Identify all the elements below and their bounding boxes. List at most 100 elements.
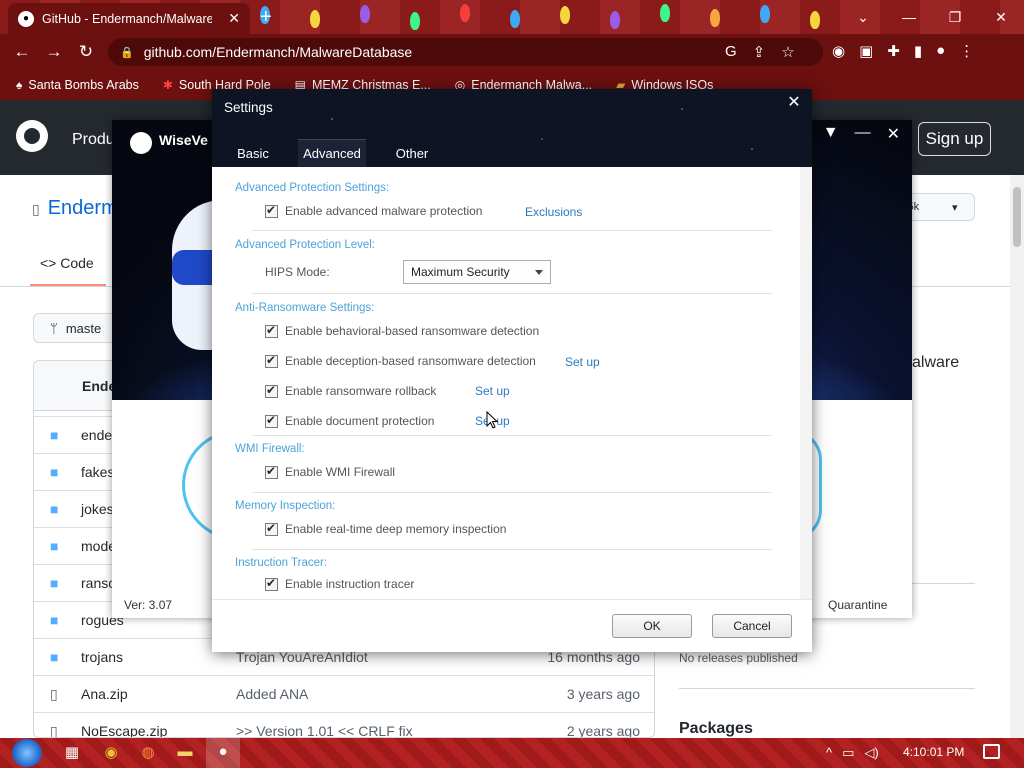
settings-scrollbar[interactable] bbox=[800, 167, 812, 599]
restore-icon[interactable]: ❐ bbox=[932, 0, 978, 34]
s-extension-icon[interactable]: ▣ bbox=[859, 42, 873, 60]
advanced-malware-protection-checkbox[interactable]: Enable advanced malware protection bbox=[265, 203, 482, 218]
section-title: Anti-Ransomware Settings: bbox=[235, 302, 375, 314]
chevron-down-icon[interactable] bbox=[535, 270, 543, 275]
repo-title[interactable]: ▯ Enderm bbox=[32, 197, 118, 220]
network-icon[interactable]: ▭ bbox=[842, 745, 854, 761]
tab-code[interactable]: <> Code bbox=[40, 255, 94, 271]
dialog-title: Settings bbox=[224, 100, 273, 115]
ransomware-rollback-checkbox[interactable]: Enable ransomware rollback bbox=[265, 383, 436, 398]
new-tab-icon[interactable]: + bbox=[260, 6, 272, 29]
settings-header: Settings ✕ Basic Advanced Other bbox=[212, 89, 812, 167]
close-icon[interactable]: ✕ bbox=[782, 92, 806, 112]
minimize-icon[interactable]: — bbox=[855, 124, 871, 144]
task-view-icon[interactable]: ▦ bbox=[62, 743, 82, 763]
page-scrollbar[interactable] bbox=[1010, 175, 1024, 738]
checkbox-checked[interactable] bbox=[265, 413, 278, 428]
puzzle-icon[interactable]: ✚ bbox=[887, 42, 900, 60]
document-protection-checkbox[interactable]: Enable document protection bbox=[265, 413, 434, 428]
deception-setup-link[interactable]: Set up bbox=[565, 355, 600, 369]
tab-advanced[interactable]: Advanced bbox=[298, 139, 366, 167]
reload-icon[interactable]: ↻ bbox=[70, 42, 102, 62]
chevron-down-icon[interactable]: ▾ bbox=[952, 201, 958, 214]
profile-avatar-icon[interactable]: ● bbox=[936, 42, 945, 60]
google-icon[interactable]: G bbox=[725, 43, 737, 61]
checkbox-checked[interactable] bbox=[265, 521, 278, 536]
browser-tabstrip: ● GitHub - Endermanch/MalwareD ✕ + ⌄ — ❐… bbox=[0, 0, 1024, 34]
wisevector-logo-icon bbox=[130, 132, 152, 154]
behavioral-ransomware-checkbox[interactable]: Enable behavioral-based ransomware detec… bbox=[265, 323, 539, 338]
ok-button[interactable]: OK bbox=[612, 614, 692, 638]
cancel-button[interactable]: Cancel bbox=[712, 614, 792, 638]
github-logo-icon[interactable] bbox=[16, 120, 48, 152]
tab-other[interactable]: Other bbox=[384, 139, 440, 167]
checkbox-checked[interactable] bbox=[265, 576, 278, 591]
share-icon[interactable]: ⇪ bbox=[753, 43, 766, 61]
bookmark-item[interactable]: ♠ Santa Bombs Arabs bbox=[16, 78, 139, 92]
checkbox-checked[interactable] bbox=[265, 323, 278, 338]
tab-title: GitHub - Endermanch/MalwareD bbox=[42, 11, 212, 26]
checkbox-checked[interactable] bbox=[265, 353, 278, 368]
kebab-menu-icon[interactable]: ⋮ bbox=[959, 42, 974, 60]
branch-icon: ᛘ bbox=[50, 320, 58, 336]
side-panel-icon[interactable]: ▮ bbox=[914, 42, 922, 60]
hips-mode-label: HIPS Mode: bbox=[265, 265, 330, 279]
section-divider bbox=[252, 293, 772, 294]
table-row[interactable]: ▯ Ana.zip Added ANA 3 years ago bbox=[34, 675, 654, 712]
folder-icon: ■ bbox=[50, 427, 59, 443]
tab-basic[interactable]: Basic bbox=[226, 139, 280, 167]
rollback-setup-link[interactable]: Set up bbox=[475, 384, 510, 398]
taskbar-clock[interactable]: 4:10:01 PM bbox=[903, 745, 964, 759]
chrome-icon[interactable]: ◉ bbox=[101, 743, 121, 763]
wisevector-window-controls: ▼ — ✕ bbox=[823, 124, 900, 144]
address-bar[interactable]: 🔒 github.com/Endermanch/MalwareDatabase bbox=[108, 38, 823, 66]
product-menu[interactable]: Produ bbox=[72, 131, 115, 149]
firefox-icon[interactable]: ◍ bbox=[138, 743, 158, 763]
wmi-firewall-checkbox[interactable]: Enable WMI Firewall bbox=[265, 464, 395, 479]
notification-icon[interactable] bbox=[983, 744, 1000, 759]
close-icon[interactable]: ✕ bbox=[887, 124, 900, 144]
system-tray: ^ ▭ ◁) bbox=[826, 745, 879, 761]
sign-up-button[interactable]: Sign up bbox=[918, 122, 991, 156]
chevron-up-icon[interactable]: ^ bbox=[826, 745, 832, 761]
wisevector-taskbar-icon[interactable]: ● bbox=[213, 743, 233, 763]
star-icon[interactable]: ☆ bbox=[781, 43, 794, 61]
menu-dropdown-icon[interactable]: ▼ bbox=[823, 124, 839, 144]
forward-arrow-icon[interactable]: → bbox=[38, 42, 70, 62]
windows-taskbar: ▦ ◉ ◍ ▬ ● ^ ▭ ◁) 4:10:01 PM bbox=[0, 738, 1024, 768]
quarantine-link[interactable]: Quarantine bbox=[828, 598, 887, 612]
wisevector-title: WiseVe bbox=[159, 132, 208, 148]
settings-footer: OK Cancel bbox=[212, 599, 812, 652]
folder-icon: ■ bbox=[50, 538, 59, 554]
close-icon[interactable]: ✕ bbox=[978, 0, 1024, 34]
back-arrow-icon[interactable]: ← bbox=[6, 42, 38, 62]
instruction-tracer-checkbox[interactable]: Enable instruction tracer bbox=[265, 576, 414, 591]
start-button[interactable] bbox=[12, 739, 42, 767]
checkbox-checked[interactable] bbox=[265, 203, 278, 218]
bomb-icon: ♠ bbox=[16, 78, 23, 92]
branch-selector[interactable]: ᛘ maste bbox=[33, 313, 123, 343]
packages-heading[interactable]: Packages bbox=[679, 720, 753, 738]
browser-toolbar: ← → ↻ 🔒 github.com/Endermanch/MalwareDat… bbox=[0, 34, 1024, 70]
scrollbar-thumb[interactable] bbox=[1013, 187, 1021, 247]
deception-ransomware-checkbox[interactable]: Enable deception-based ransomware detect… bbox=[265, 353, 536, 368]
tab-close-icon[interactable]: ✕ bbox=[228, 10, 240, 27]
checkbox-checked[interactable] bbox=[265, 383, 278, 398]
volume-icon[interactable]: ◁) bbox=[864, 745, 878, 761]
section-title: Advanced Protection Settings: bbox=[235, 182, 390, 194]
chevron-down-icon[interactable]: ⌄ bbox=[840, 0, 886, 34]
section-divider bbox=[252, 492, 772, 493]
table-row[interactable]: ▯ NoEscape.zip >> Version 1.01 << CRLF fix… bbox=[34, 712, 654, 737]
folder-icon: ■ bbox=[50, 649, 59, 665]
file-explorer-icon[interactable]: ▬ bbox=[175, 743, 195, 763]
settings-dialog: Settings ✕ Basic Advanced Other Advanced… bbox=[212, 89, 812, 652]
flag-extension-icon[interactable]: ◉ bbox=[832, 42, 845, 60]
memory-inspection-checkbox[interactable]: Enable real-time deep memory inspection bbox=[265, 521, 506, 536]
minimize-icon[interactable]: — bbox=[886, 0, 932, 34]
checkbox-checked[interactable] bbox=[265, 464, 278, 479]
lock-icon[interactable]: 🔒 bbox=[120, 46, 134, 59]
browser-tab-github[interactable]: ● GitHub - Endermanch/MalwareD ✕ bbox=[8, 3, 250, 34]
extension-icons: ◉ ▣ ✚ ▮ ● ⋮ bbox=[832, 42, 974, 60]
hips-mode-select[interactable]: Maximum Security bbox=[403, 260, 551, 284]
exclusions-link[interactable]: Exclusions bbox=[525, 205, 582, 219]
